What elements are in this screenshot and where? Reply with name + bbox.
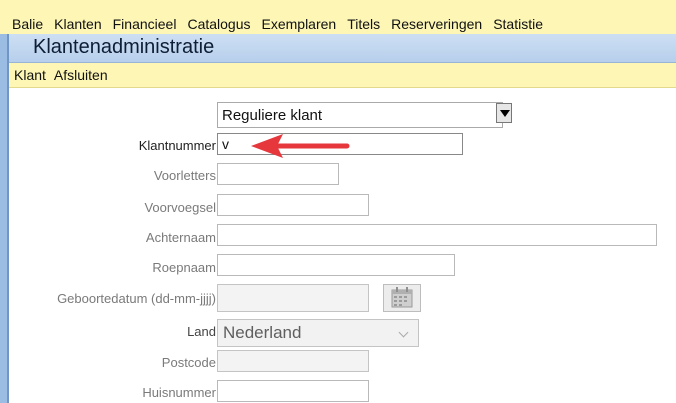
postcode-label: Postcode bbox=[161, 355, 216, 370]
calendar-icon bbox=[391, 287, 413, 308]
menu-exemplaren[interactable]: Exemplaren bbox=[256, 14, 342, 34]
submenu-klant[interactable]: Klant bbox=[9, 67, 49, 83]
voorletters-label: Voorletters bbox=[153, 168, 216, 183]
menu-statistieken[interactable]: Statistie bbox=[487, 14, 548, 34]
land-label: Land bbox=[187, 324, 216, 339]
achternaam-input[interactable] bbox=[217, 224, 657, 246]
geboortedatum-label: Geboortedatum (dd-mm-jjjj) bbox=[57, 291, 216, 306]
annotation-arrow-icon bbox=[251, 134, 350, 158]
land-value: Nederland bbox=[223, 323, 302, 342]
submenu-afsluiten[interactable]: Afsluiten bbox=[49, 67, 111, 83]
voorvoegsel-input[interactable] bbox=[217, 194, 369, 216]
voorvoegsel-label: Voorvoegsel bbox=[144, 200, 216, 215]
menu-klanten[interactable]: Klanten bbox=[48, 14, 106, 34]
huisnummer-label: Huisnummer bbox=[142, 385, 216, 400]
voorletters-input[interactable] bbox=[217, 163, 339, 185]
chevron-down-icon[interactable] bbox=[496, 103, 512, 123]
achternaam-label: Achternaam bbox=[145, 230, 216, 245]
klant-type-value: Reguliere klant bbox=[222, 107, 323, 124]
roepnaam-label: Roepnaam bbox=[152, 260, 216, 275]
geboortedatum-input[interactable] bbox=[217, 284, 369, 312]
menu-financieel[interactable]: Financieel bbox=[107, 14, 182, 34]
menu-reserveringen[interactable]: Reserveringen bbox=[385, 14, 487, 34]
menu-balie[interactable]: Balie bbox=[0, 14, 48, 34]
klantnummer-label: Klantnummer bbox=[138, 138, 216, 153]
window-submenu: Klant Afsluiten bbox=[9, 63, 676, 88]
klantnummer-value: v bbox=[222, 136, 229, 152]
roepnaam-input[interactable] bbox=[217, 254, 455, 276]
main-menubar: Balie Klanten Financieel Catalogus Exemp… bbox=[0, 14, 676, 34]
window-left-border bbox=[0, 34, 9, 403]
postcode-input[interactable] bbox=[217, 350, 369, 372]
menu-titels[interactable]: Titels bbox=[341, 14, 385, 34]
klant-type-select[interactable]: Reguliere klant bbox=[217, 102, 503, 128]
calendar-button[interactable] bbox=[383, 284, 421, 312]
top-menu-area: Balie Klanten Financieel Catalogus Exemp… bbox=[0, 0, 676, 34]
window-titlebar: Klantenadministratie bbox=[9, 34, 676, 63]
menu-catalogus[interactable]: Catalogus bbox=[181, 14, 255, 34]
customer-form: Reguliere klant Klantnummer v Voorletter… bbox=[9, 88, 676, 403]
huisnummer-input[interactable] bbox=[217, 380, 369, 402]
window-title: Klantenadministratie bbox=[33, 36, 215, 58]
land-select[interactable]: Nederland bbox=[217, 319, 419, 347]
